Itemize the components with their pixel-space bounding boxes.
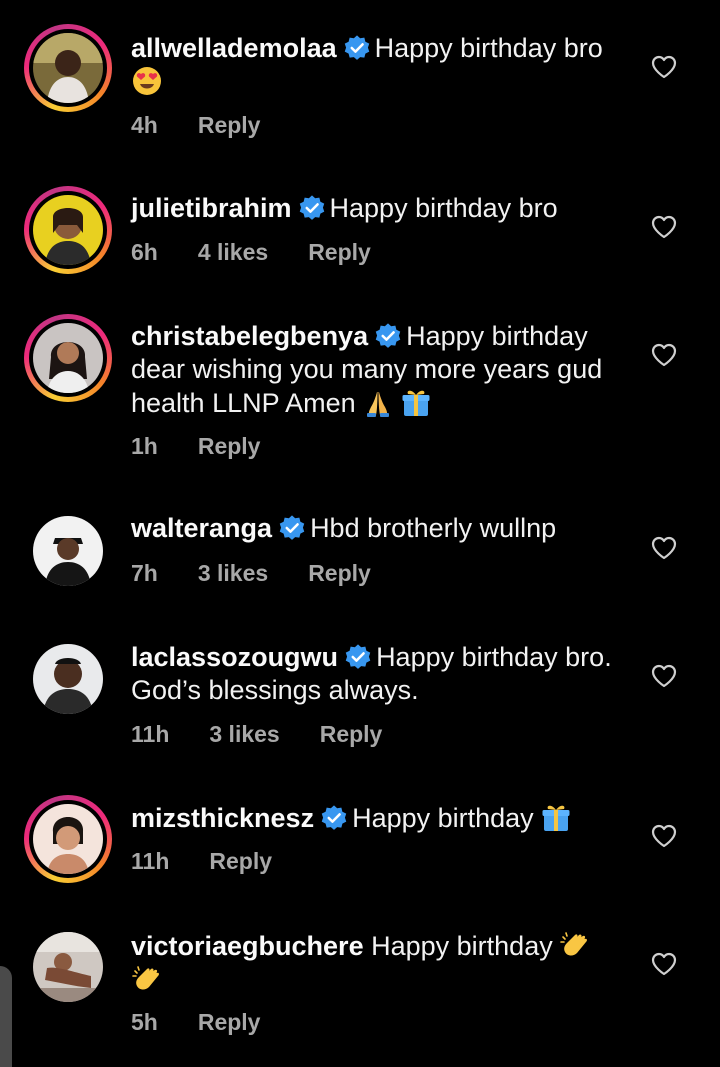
verified-badge-icon [298,194,326,222]
comment-text: health LLNP Amen [131,388,356,418]
comment-text: Happy birthday bro [329,193,558,223]
comment-body: christabelegbenya Happy birthday dear wis… [131,320,631,420]
gift-emoji-icon [540,801,572,833]
folded-hands-emoji-icon [362,386,394,418]
reply-button[interactable]: Reply [198,112,261,139]
comment-meta: 11h Reply [131,848,272,875]
comment-body: walteranga Hbd brotherly wullnp [131,512,631,545]
avatar[interactable] [24,795,112,883]
timestamp: 6h [131,239,158,265]
heart-outline-icon[interactable] [651,343,677,367]
comment-text: Happy birthday bro. [376,642,612,672]
username[interactable]: walteranga [131,513,272,543]
comment-text: Happy birthday [371,931,553,961]
heart-outline-icon[interactable] [651,952,677,976]
reply-button[interactable]: Reply [198,1009,261,1036]
comment-meta: 11h 3 likes Reply [131,721,382,748]
timestamp: 5h [131,1009,158,1035]
heart-outline-icon[interactable] [651,824,677,848]
avatar[interactable] [24,507,112,595]
username[interactable]: christabelegbenya [131,321,368,351]
comment-text: Happy birthday bro [374,33,603,63]
likes-count[interactable]: 4 likes [198,239,268,266]
reply-button[interactable]: Reply [320,721,383,748]
avatar[interactable] [24,186,112,274]
clapping-hands-emoji-icon [559,929,591,961]
avatar[interactable] [24,24,112,112]
likes-count[interactable]: 3 likes [198,560,268,587]
username[interactable]: victoriaegbuchere [131,931,364,961]
username[interactable]: laclassozougwu [131,642,338,672]
timestamp: 11h [131,848,170,874]
verified-badge-icon [320,804,348,832]
comment-body: laclassozougwu Happy birthday bro. God’s … [131,641,631,707]
comment-meta: 4h Reply [131,112,260,139]
reply-button[interactable]: Reply [198,433,261,460]
heart-outline-icon[interactable] [651,215,677,239]
verified-badge-icon [278,514,306,542]
timestamp: 1h [131,433,158,459]
heart-outline-icon[interactable] [651,536,677,560]
comment-text: God’s blessings always. [131,675,419,705]
heart-eyes-emoji-icon [131,65,163,97]
reply-button[interactable]: Reply [308,560,371,587]
comment-body: julietibrahim Happy birthday bro [131,192,631,225]
timestamp: 4h [131,112,158,138]
comment-text: Hbd brotherly wullnp [310,513,557,543]
comment-meta: 1h Reply [131,433,260,460]
gift-emoji-icon [400,386,432,418]
comment-meta: 6h 4 likes Reply [131,239,371,266]
verified-badge-icon [343,34,371,62]
comment-text: Happy birthday [406,321,588,351]
verified-badge-icon [374,322,402,350]
avatar[interactable] [24,635,112,723]
reply-button[interactable]: Reply [308,239,371,266]
comment-body: mizsthicknesz Happy birthday [131,801,631,835]
verified-badge-icon [344,643,372,671]
username[interactable]: allwellademolaa [131,33,337,63]
comment-text: dear wishing you many more years gud [131,354,603,384]
comment-body: victoriaegbuchere Happy birthday [131,929,631,997]
username[interactable]: mizsthicknesz [131,803,314,833]
heart-outline-icon[interactable] [651,664,677,688]
comment-body: allwellademolaa Happy birthday bro [131,32,631,99]
avatar[interactable] [24,923,112,1011]
edge-scroll-handle[interactable] [0,966,12,1067]
clapping-hands-emoji-icon [131,963,163,995]
timestamp: 11h [131,721,170,747]
comment-meta: 7h 3 likes Reply [131,560,371,587]
comment-meta: 5h Reply [131,1009,260,1036]
comment-text: Happy birthday [352,803,534,833]
heart-outline-icon[interactable] [651,55,677,79]
reply-button[interactable]: Reply [209,848,272,875]
likes-count[interactable]: 3 likes [209,721,279,748]
avatar[interactable] [24,314,112,402]
timestamp: 7h [131,560,158,586]
username[interactable]: julietibrahim [131,193,292,223]
